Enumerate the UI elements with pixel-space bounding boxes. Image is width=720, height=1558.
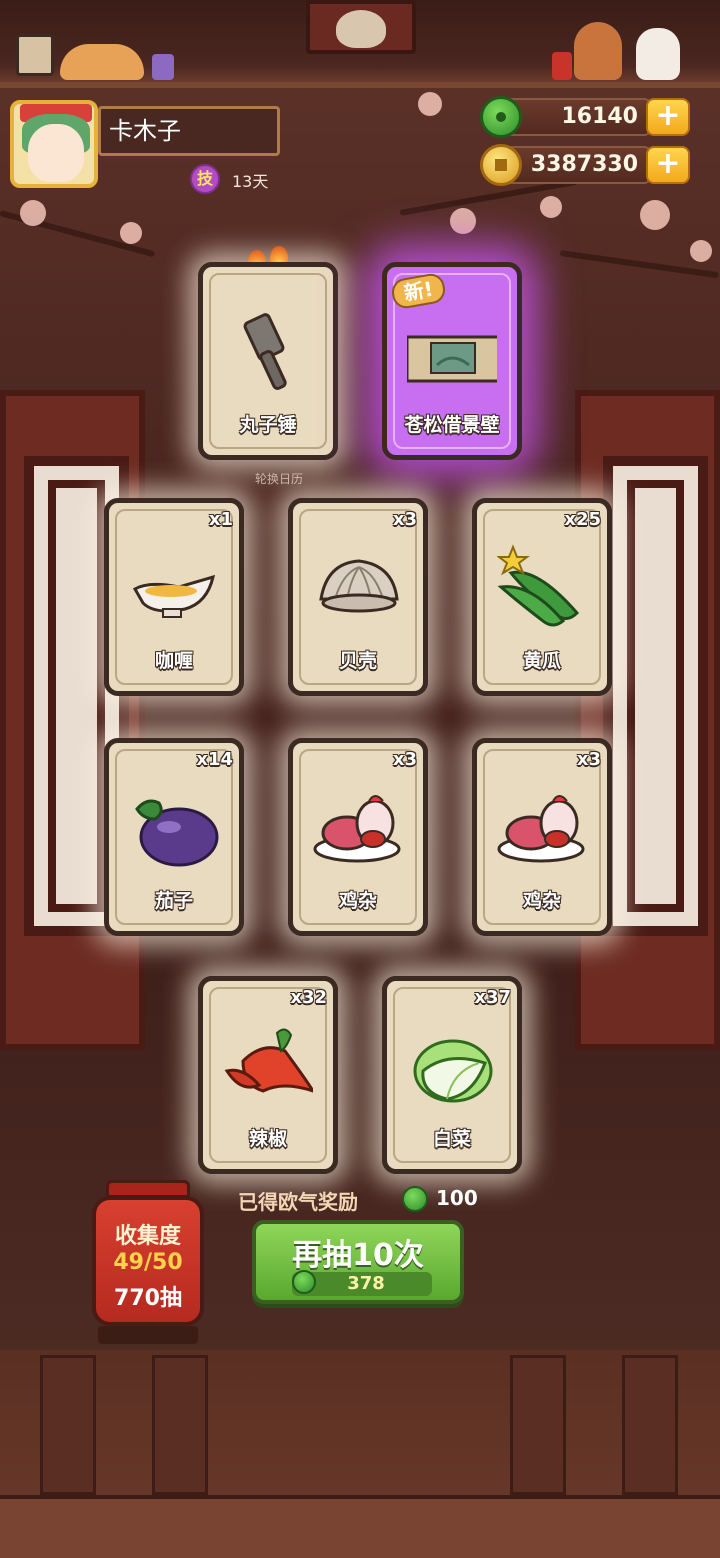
landscape-screen-icon (405, 307, 509, 397)
gold-currency-bar: 3387330 (504, 146, 652, 184)
chicken-giblets-icon (313, 783, 403, 873)
floor-band (0, 1495, 720, 1558)
reward-card-curry[interactable]: x1 咖喱 (104, 498, 244, 696)
jade-currency-bar: 16140 (504, 98, 652, 136)
chicken-giblets-icon (497, 783, 587, 873)
reward-card-cabbage[interactable]: x37 白菜 (382, 976, 522, 1174)
gold-coin-icon (480, 144, 522, 186)
luck-reward-value: 100 (436, 1186, 478, 1210)
skill-days-text: 13天 (232, 172, 269, 191)
gold-amount: 3387330 (530, 152, 638, 177)
curry-gravy-boat-icon (129, 543, 219, 633)
draw-cost: 378 (347, 1273, 385, 1294)
card-label: 黄瓜 (522, 650, 561, 672)
jade-coin-icon (292, 1270, 316, 1294)
card-label: 苍松借景壁 (404, 414, 500, 436)
mallet-icon (223, 307, 313, 397)
hanging-portrait-frame (306, 0, 416, 54)
card-label: 鸡杂 (522, 890, 561, 912)
left-wall-panel (0, 390, 145, 1050)
collection-lantern[interactable]: 收集度 49/50 770抽 (92, 1180, 204, 1348)
card-count: x37 (474, 987, 511, 1008)
reward-card-shell[interactable]: x3 贝壳 (288, 498, 428, 696)
player-avatar[interactable] (10, 100, 98, 188)
card-label: 茄子 (154, 890, 193, 912)
reward-card-cucumber[interactable]: x25 黄瓜 (472, 498, 612, 696)
jade-amount: 16140 (561, 104, 638, 129)
card-count: x3 (576, 749, 601, 770)
white-cat-icon (636, 28, 680, 80)
card-count: x14 (196, 749, 233, 770)
cucumber-icon (496, 543, 587, 633)
rotation-calendar-hint: 轮换日历 (255, 472, 304, 486)
card-count: x25 (564, 509, 601, 530)
chili-pepper-icon (223, 1021, 317, 1111)
tabby-cat-icon (60, 44, 144, 80)
reward-card-eggplant[interactable]: x14 茄子 (104, 738, 244, 936)
card-count: x3 (392, 749, 417, 770)
player-name: 卡木子 (98, 106, 280, 156)
reward-card-chicken-giblets[interactable]: x3 鸡杂 (472, 738, 612, 936)
reward-card-mallet[interactable]: 丸子锤 (198, 262, 338, 460)
card-count: x32 (290, 987, 327, 1008)
right-wall-panel (575, 390, 720, 1050)
card-label: 咖喱 (154, 650, 193, 672)
card-label: 辣椒 (248, 1128, 287, 1150)
jade-coin-icon (480, 96, 522, 138)
add-jade-button[interactable]: + (646, 98, 690, 136)
card-count: x1 (208, 509, 233, 530)
draw-10-times-button[interactable]: 再抽10次 378 (252, 1220, 464, 1304)
collection-draw-count: 770抽 (114, 1286, 182, 1311)
purple-jar-icon (152, 54, 174, 80)
eggplant-icon (129, 783, 219, 873)
card-label: 鸡杂 (338, 890, 377, 912)
reward-card-chili[interactable]: x32 辣椒 (198, 976, 338, 1174)
card-count: x3 (392, 509, 417, 530)
napa-cabbage-icon (407, 1021, 497, 1111)
reward-card-chicken-giblets[interactable]: x3 鸡杂 (288, 738, 428, 936)
card-label: 丸子锤 (239, 414, 297, 436)
skill-badge-icon[interactable]: 技 (190, 164, 220, 194)
shelf-box-icon (16, 34, 54, 76)
card-label: 贝壳 (338, 650, 377, 672)
collection-title: 收集度 (114, 1224, 181, 1249)
doll-figure-icon (574, 22, 622, 80)
red-jar-icon (552, 52, 572, 80)
jade-coin-icon (402, 1186, 428, 1212)
clam-shell-icon (313, 543, 403, 633)
draw-button-label: 再抽10次 (292, 1238, 424, 1273)
add-gold-button[interactable]: + (646, 146, 690, 184)
card-label: 白菜 (432, 1128, 471, 1150)
collection-progress: 49/50 (113, 1250, 183, 1275)
luck-reward-text: 已得欧气奖励 (238, 1190, 358, 1214)
